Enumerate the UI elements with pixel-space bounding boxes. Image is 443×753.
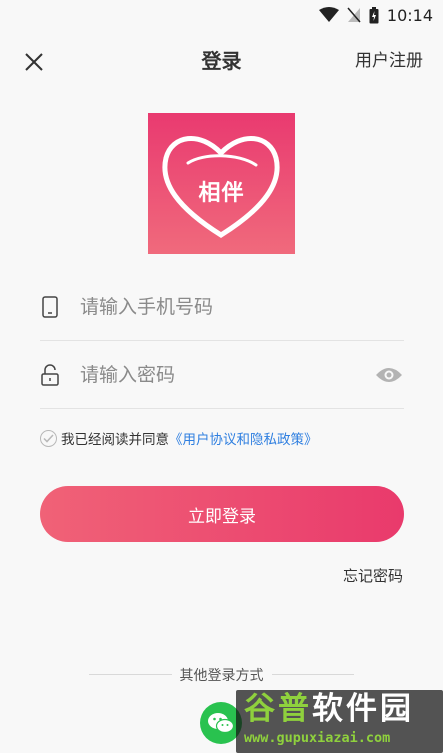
status-bar: 10:14 [0, 0, 443, 30]
password-field [40, 341, 404, 409]
agreement-checkbox[interactable] [40, 429, 57, 447]
lock-icon [40, 363, 60, 386]
status-time: 10:14 [386, 5, 433, 25]
watermark-logo: 谷普软件园 www.gupuxiazai.com [236, 690, 443, 753]
login-button[interactable]: 立即登录 [40, 486, 404, 542]
watermark-url: www.gupuxiazai.com [244, 730, 391, 746]
password-input[interactable] [80, 363, 374, 386]
wifi-icon [318, 7, 339, 23]
eye-icon [376, 367, 402, 382]
watermark-title: 谷普软件园 [244, 692, 414, 726]
phone-icon [40, 295, 60, 318]
phone-input[interactable] [80, 295, 404, 318]
agreement-row: 我已经阅读并同意 《用户协议和隐私政策》 [40, 428, 318, 448]
forgot-password-link[interactable]: 忘记密码 [343, 565, 403, 586]
watermark-title-part2: 软件园 [312, 691, 414, 727]
wechat-icon [208, 713, 235, 734]
agreement-text: 我已经阅读并同意 [61, 432, 169, 448]
header: 登录 用户注册 [0, 40, 443, 84]
other-login-divider: 其他登录方式 [89, 664, 354, 686]
agreement-link[interactable]: 《用户协议和隐私政策》 [169, 428, 318, 448]
watermark-title-part1: 谷普 [244, 691, 312, 727]
other-login-label: 其他登录方式 [171, 665, 272, 685]
logo-text: 相伴 [198, 181, 245, 206]
app-logo: 相伴 [148, 113, 295, 254]
show-password-toggle[interactable] [374, 365, 404, 385]
phone-field [40, 273, 404, 341]
no-signal-icon [347, 7, 361, 23]
battery-icon [369, 6, 379, 24]
check-icon [43, 433, 54, 443]
register-link[interactable]: 用户注册 [355, 50, 423, 72]
